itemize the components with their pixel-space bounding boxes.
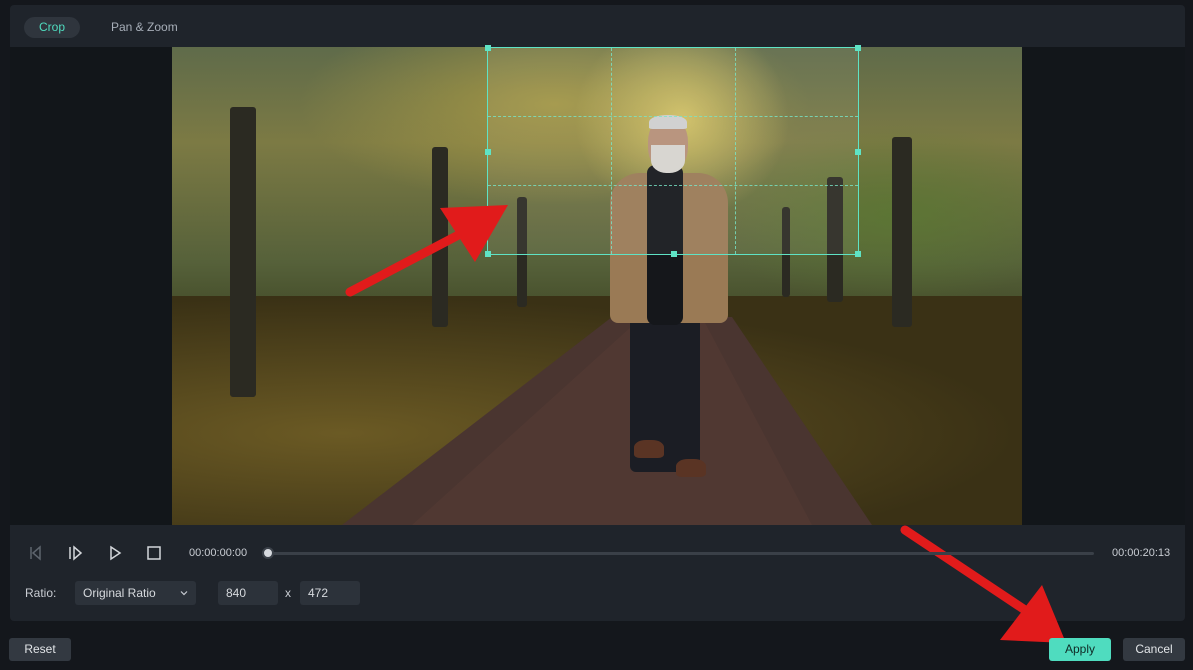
crop-handle-right[interactable] (855, 149, 861, 155)
crop-dialog: Crop Pan & Zoom 00:00:00:00 00:00:20:13 … (0, 0, 1193, 670)
play-icon[interactable] (106, 544, 124, 562)
crop-handle-bottom[interactable] (671, 251, 677, 257)
crop-width-input[interactable]: 840 (218, 581, 278, 605)
stop-icon[interactable] (145, 544, 163, 562)
tab-crop[interactable]: Crop (24, 17, 81, 38)
tree-trunk (230, 107, 256, 397)
person-shoe (676, 459, 706, 477)
reset-button[interactable]: Reset (9, 638, 71, 661)
grid-line (488, 185, 858, 186)
crop-handle-top-right[interactable] (855, 45, 861, 51)
crop-handle-left[interactable] (485, 149, 491, 155)
grid-line (735, 48, 736, 254)
person-shoe (634, 440, 664, 458)
next-frame-icon[interactable] (67, 544, 85, 562)
tree-trunk (892, 137, 912, 327)
grid-line (611, 48, 612, 254)
chevron-down-icon (180, 591, 188, 596)
tab-bar: Crop Pan & Zoom (10, 5, 1185, 47)
ratio-select-value: Original Ratio (83, 586, 156, 600)
total-time: 00:00:20:13 (1112, 547, 1171, 559)
ratio-select[interactable]: Original Ratio (75, 581, 196, 605)
current-time: 00:00:00:00 (189, 547, 248, 559)
crop-height-input[interactable]: 472 (300, 581, 360, 605)
grid-line (488, 116, 858, 117)
crop-handle-bottom-left[interactable] (485, 251, 491, 257)
dimension-separator: x (285, 586, 291, 600)
tree-trunk (432, 147, 448, 327)
tab-pan-zoom[interactable]: Pan & Zoom (96, 17, 193, 38)
crop-handle-bottom-right[interactable] (855, 251, 861, 257)
timeline-scrubber[interactable] (268, 552, 1094, 555)
apply-button[interactable]: Apply (1049, 638, 1111, 661)
cancel-button[interactable]: Cancel (1123, 638, 1185, 661)
crop-selection[interactable] (485, 45, 861, 257)
scrubber-handle[interactable] (262, 547, 274, 559)
ratio-label: Ratio: (25, 586, 57, 600)
crop-handle-top-left[interactable] (485, 45, 491, 51)
prev-frame-icon[interactable] (27, 544, 45, 562)
playback-controls: 00:00:00:00 00:00:20:13 Ratio: Original … (10, 525, 1185, 621)
